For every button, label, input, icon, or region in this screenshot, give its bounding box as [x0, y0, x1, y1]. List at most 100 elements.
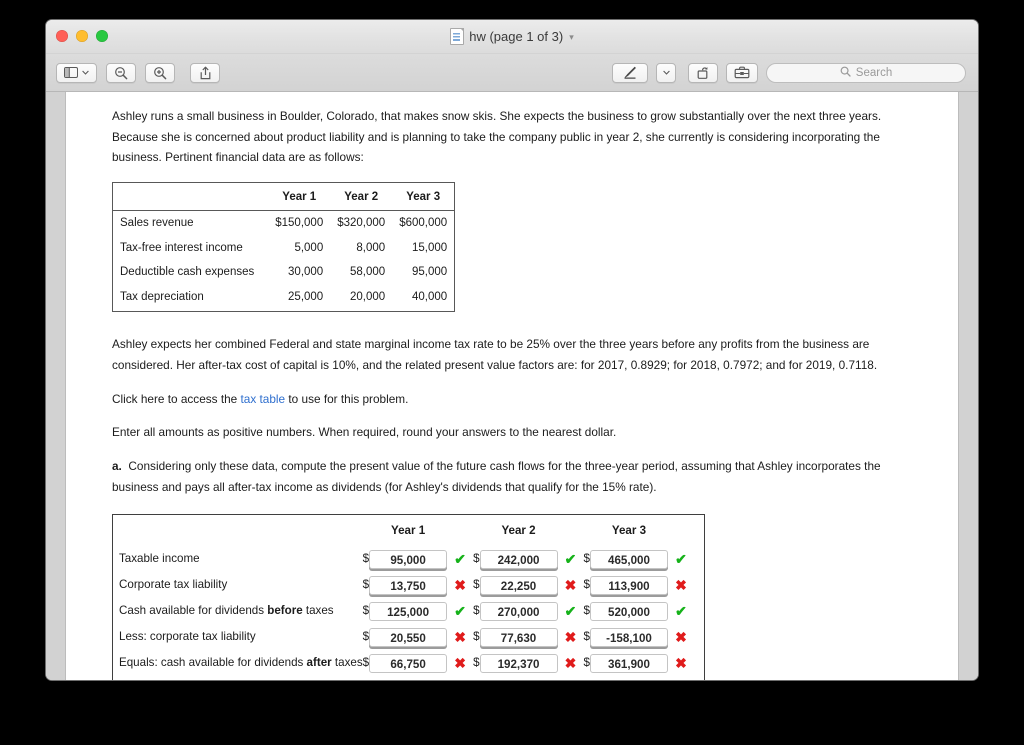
- answer-cell: 28,856: [480, 677, 558, 681]
- toolbar-right-group: Search: [612, 62, 966, 83]
- answer-cell: 20,550: [369, 625, 448, 651]
- answer-table-container: Year 1 Year 2 Year 3 Taxable income $ 95…: [112, 514, 705, 680]
- answer-header-mark-1: [447, 521, 473, 547]
- answer-header-mark-3: [668, 521, 694, 547]
- incorrect-cross-icon: ✖: [454, 577, 466, 594]
- given-row-value-year3: 15,000: [411, 241, 448, 254]
- page-gutter-right: [958, 92, 978, 680]
- incorrect-cross-icon: ✖: [454, 655, 466, 672]
- answer-row-label: Corporate tax liability: [119, 573, 363, 599]
- maximize-window-button[interactable]: [96, 30, 108, 42]
- correct-check-icon: ✔: [454, 603, 466, 620]
- given-row-label: Deductible cash expenses: [120, 266, 255, 278]
- answer-input-r2-year3[interactable]: 113,900: [589, 576, 668, 595]
- answer-cell: 242,000: [479, 547, 558, 573]
- incorrect-cross-icon: ✖: [564, 577, 577, 594]
- correct-check-icon: ✔: [675, 551, 687, 568]
- incorrect-cross-icon: ✖: [454, 629, 466, 646]
- answer-row-label-text: taxes: [331, 656, 363, 670]
- answer-input-r4-year2[interactable]: 77,630: [479, 628, 558, 647]
- sidebar-toggle-button[interactable]: [56, 62, 97, 83]
- markup-chevron-button[interactable]: [656, 62, 676, 83]
- answer-cell: 22,250: [479, 573, 558, 599]
- toolbar-left-group: [56, 62, 220, 83]
- answer-header-year1: Year 1: [390, 524, 426, 537]
- answer-cell: 15,668: [369, 677, 447, 681]
- incorrect-cross-icon: ✖: [675, 655, 687, 672]
- answer-input-r2-year1[interactable]: 13,750: [369, 576, 448, 595]
- answer-input-r1-year3[interactable]: 465,000: [589, 550, 668, 569]
- answer-cell: 66,750: [369, 651, 448, 677]
- answer-cell: 95,000: [369, 547, 448, 573]
- answer-row-label-emphasis: after: [306, 656, 332, 670]
- window-titlebar: hw (page 1 of 3) ▾: [46, 20, 978, 54]
- answer-header-mark-2: [558, 521, 584, 547]
- given-row-value-year1: 25,000: [288, 290, 324, 303]
- answer-row-label-emphasis: before: [267, 604, 303, 618]
- paragraph-intro: Ashley runs a small business in Boulder,…: [112, 109, 882, 164]
- paragraph-tax-rate: Ashley expects her combined Federal and …: [112, 337, 878, 372]
- window-toolbar: Search: [46, 54, 978, 92]
- given-row-value-year2: $320,000: [337, 217, 386, 229]
- answer-input-r3-year3[interactable]: 520,000: [589, 602, 668, 621]
- tax-table-link[interactable]: tax table: [241, 392, 286, 406]
- title-chevron-down-icon[interactable]: ▾: [569, 32, 574, 43]
- tax-table-post-text: to use for this problem.: [285, 392, 409, 406]
- incorrect-cross-icon: ✖: [675, 629, 687, 646]
- paragraph-instructions: Enter all amounts as positive numbers. W…: [112, 424, 617, 439]
- given-financial-data-table: Year 1 Year 2 Year 3 Sales revenue $150,0…: [112, 181, 456, 312]
- given-header-year2: Year 2: [330, 182, 393, 211]
- answer-input-r4-year1[interactable]: 20,550: [369, 628, 448, 647]
- answer-input-r4-year3[interactable]: -158,100: [589, 628, 668, 647]
- answer-table-header-row: Year 1 Year 2 Year 3: [119, 521, 694, 547]
- given-row-value-year3: $600,000: [399, 217, 448, 229]
- markup-toolbox-button[interactable]: [726, 62, 758, 83]
- answer-cell: 77,630: [479, 625, 558, 651]
- search-input[interactable]: Search: [766, 62, 966, 83]
- answer-input-r5-year3[interactable]: 361,900: [589, 654, 668, 673]
- answer-row-label-text: Cash available for dividends: [119, 604, 268, 618]
- given-row-value-year1: 5,000: [294, 241, 324, 254]
- document-content-area[interactable]: Ashley runs a small business in Boulder,…: [46, 92, 978, 680]
- answer-row-label: Taxable income: [119, 547, 363, 573]
- zoom-out-button[interactable]: [106, 62, 136, 83]
- rotate-left-button[interactable]: [688, 62, 718, 83]
- answer-input-r5-year2[interactable]: 192,370: [479, 654, 558, 673]
- answer-cell: 13,750: [369, 573, 448, 599]
- answer-input-r5-year1[interactable]: 66,750: [369, 654, 448, 673]
- window-title: hw (page 1 of 3): [469, 29, 564, 44]
- markup-button[interactable]: [612, 62, 648, 83]
- question-letter: a.: [112, 459, 122, 473]
- given-row-label: Tax-free interest income: [120, 241, 243, 254]
- answer-input-r3-year2[interactable]: 270,000: [479, 602, 558, 621]
- sidebar-icon: [64, 67, 78, 78]
- question-a: a. Considering only these data, compute …: [112, 456, 912, 497]
- answer-table: Year 1 Year 2 Year 3 Taxable income $ 95…: [119, 521, 694, 680]
- given-row-value-year2: 58,000: [350, 266, 386, 278]
- answer-input-r2-year2[interactable]: 22,250: [479, 576, 558, 595]
- document-file-icon: [450, 28, 465, 45]
- answer-cell: 125,000: [369, 599, 448, 625]
- share-button[interactable]: [190, 62, 220, 83]
- answer-input-r1-year2[interactable]: 242,000: [479, 550, 558, 569]
- currency-symbol: $: [473, 604, 480, 618]
- answer-row-label-text: taxes: [302, 604, 334, 618]
- minimize-window-button[interactable]: [76, 30, 88, 42]
- given-row-value-year1: 30,000: [288, 266, 324, 278]
- answer-row-label-text: Taxable income: [119, 552, 200, 566]
- answer-cell: 113,900: [589, 573, 668, 599]
- answer-cell: 361,900: [589, 651, 668, 677]
- page-gutter-left: [46, 92, 66, 680]
- traffic-lights: [56, 30, 108, 42]
- currency-symbol: $: [473, 630, 480, 644]
- answer-row-label-text: Less: corporate tax liability: [119, 630, 256, 644]
- answer-row-label-text: Corporate tax liability: [119, 578, 228, 592]
- answer-input-r1-year1[interactable]: 95,000: [369, 550, 448, 569]
- zoom-in-button[interactable]: [145, 62, 175, 83]
- answer-input-r3-year1[interactable]: 125,000: [369, 602, 448, 621]
- correct-check-icon: ✔: [675, 603, 687, 620]
- answer-cell: 270,000: [479, 599, 558, 625]
- close-window-button[interactable]: [56, 30, 68, 42]
- incorrect-cross-icon: ✖: [564, 655, 577, 672]
- incorrect-cross-icon: ✖: [668, 677, 694, 681]
